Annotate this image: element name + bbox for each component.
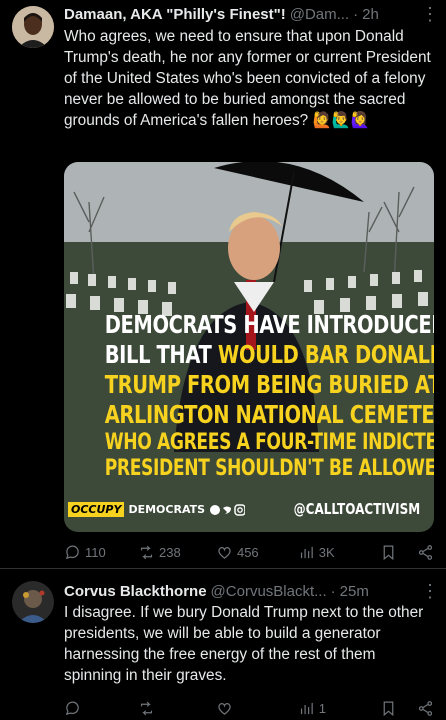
views-button[interactable]: 1 bbox=[298, 700, 380, 717]
separator-dot: · bbox=[330, 582, 336, 600]
share-icon bbox=[418, 544, 433, 560]
caption-line-2-highlight: WOULD BAR DONALD bbox=[217, 340, 434, 369]
view-count: 1 bbox=[318, 700, 327, 716]
social-icons bbox=[210, 503, 246, 516]
post-header: Damaan, AKA "Philly's Finest"! @Dam... ·… bbox=[64, 4, 398, 24]
post-text: Who agrees, we need to ensure that upon … bbox=[64, 28, 431, 129]
caption-line-2: BILL THAT WOULD BAR DONALD bbox=[104, 340, 434, 370]
democrats-label: DEMOCRATS bbox=[128, 503, 206, 516]
image-credit: @CALLTOACTIVISM bbox=[293, 500, 420, 518]
avatar-image bbox=[12, 581, 54, 623]
views-icon bbox=[300, 546, 313, 558]
more-options-icon[interactable]: ⋮ bbox=[421, 581, 439, 601]
repost-icon bbox=[140, 545, 153, 559]
share-icon bbox=[418, 700, 433, 716]
post-text: I disagree. If we bury Donald Trump next… bbox=[64, 604, 424, 684]
author-handle[interactable]: @Dam... bbox=[290, 6, 349, 23]
caption-line-1: DEMOCRATS HAVE INTRODUCED A bbox=[104, 310, 434, 339]
reply-count: 110 bbox=[85, 544, 106, 560]
post-image[interactable]: DEMOCRATS HAVE INTRODUCED A BILL THAT WO… bbox=[64, 162, 434, 532]
author-handle[interactable]: @CorvusBlackt... bbox=[211, 583, 327, 600]
views-button[interactable]: 3K bbox=[298, 544, 380, 561]
repost-count: 238 bbox=[159, 544, 181, 560]
like-button[interactable]: 456 bbox=[216, 544, 298, 561]
more-options-icon[interactable]: ⋮ bbox=[421, 4, 439, 24]
reply-button[interactable] bbox=[64, 700, 138, 717]
author-name[interactable]: Damaan, AKA "Philly's Finest"! bbox=[64, 6, 286, 23]
separator-dot: · bbox=[353, 5, 359, 23]
post-time[interactable]: 2h bbox=[362, 6, 379, 23]
post-time[interactable]: 25m bbox=[340, 583, 369, 600]
heart-icon bbox=[218, 702, 231, 715]
occupy-label: OCCUPY bbox=[68, 502, 125, 517]
reply-icon bbox=[65, 701, 79, 715]
avatar[interactable] bbox=[12, 581, 54, 623]
post-actions: 110 238 456 3K bbox=[64, 541, 434, 563]
caption-line-3: TRUMP FROM BEING BURIED AT bbox=[104, 370, 434, 399]
image-caption: DEMOCRATS HAVE INTRODUCED A BILL THAT WO… bbox=[104, 310, 434, 482]
occupy-democrats-logo: OCCUPY DEMOCRATS bbox=[68, 502, 246, 517]
repost-button[interactable] bbox=[138, 700, 216, 717]
reply-icon bbox=[65, 545, 79, 559]
avatar-image bbox=[12, 6, 54, 48]
repost-button[interactable]: 238 bbox=[138, 544, 216, 561]
bookmark-icon bbox=[383, 545, 393, 560]
bookmark-button[interactable] bbox=[380, 700, 403, 717]
bookmark-button[interactable] bbox=[380, 544, 403, 561]
share-button[interactable] bbox=[417, 700, 434, 717]
post-actions: 1 bbox=[64, 697, 434, 719]
post-header: Corvus Blackthorne @CorvusBlackt... · 25… bbox=[64, 581, 398, 601]
like-button[interactable] bbox=[216, 700, 298, 717]
post-damaan[interactable]: Damaan, AKA "Philly's Finest"! @Dam... ·… bbox=[0, 0, 446, 566]
views-icon bbox=[300, 702, 313, 714]
caption-line-2-white: BILL THAT bbox=[104, 340, 218, 369]
reply-button[interactable]: 110 bbox=[64, 544, 138, 561]
share-button[interactable] bbox=[417, 544, 434, 561]
author-name[interactable]: Corvus Blackthorne bbox=[64, 583, 207, 600]
caption-line-5: WHO AGREES A FOUR-TIME INDICTED bbox=[104, 430, 434, 455]
like-count: 456 bbox=[236, 544, 259, 560]
heart-icon bbox=[218, 546, 231, 559]
view-count: 3K bbox=[318, 544, 335, 560]
repost-icon bbox=[140, 701, 153, 715]
bookmark-icon bbox=[383, 701, 393, 716]
avatar[interactable] bbox=[12, 6, 54, 48]
caption-line-6: PRESIDENT SHOULDN'T BE ALLOWED? bbox=[104, 456, 434, 481]
caption-line-4: ARLINGTON NATIONAL CEMETERY. bbox=[104, 400, 434, 429]
post-corvus[interactable]: Corvus Blackthorne @CorvusBlackt... · 25… bbox=[0, 569, 446, 720]
